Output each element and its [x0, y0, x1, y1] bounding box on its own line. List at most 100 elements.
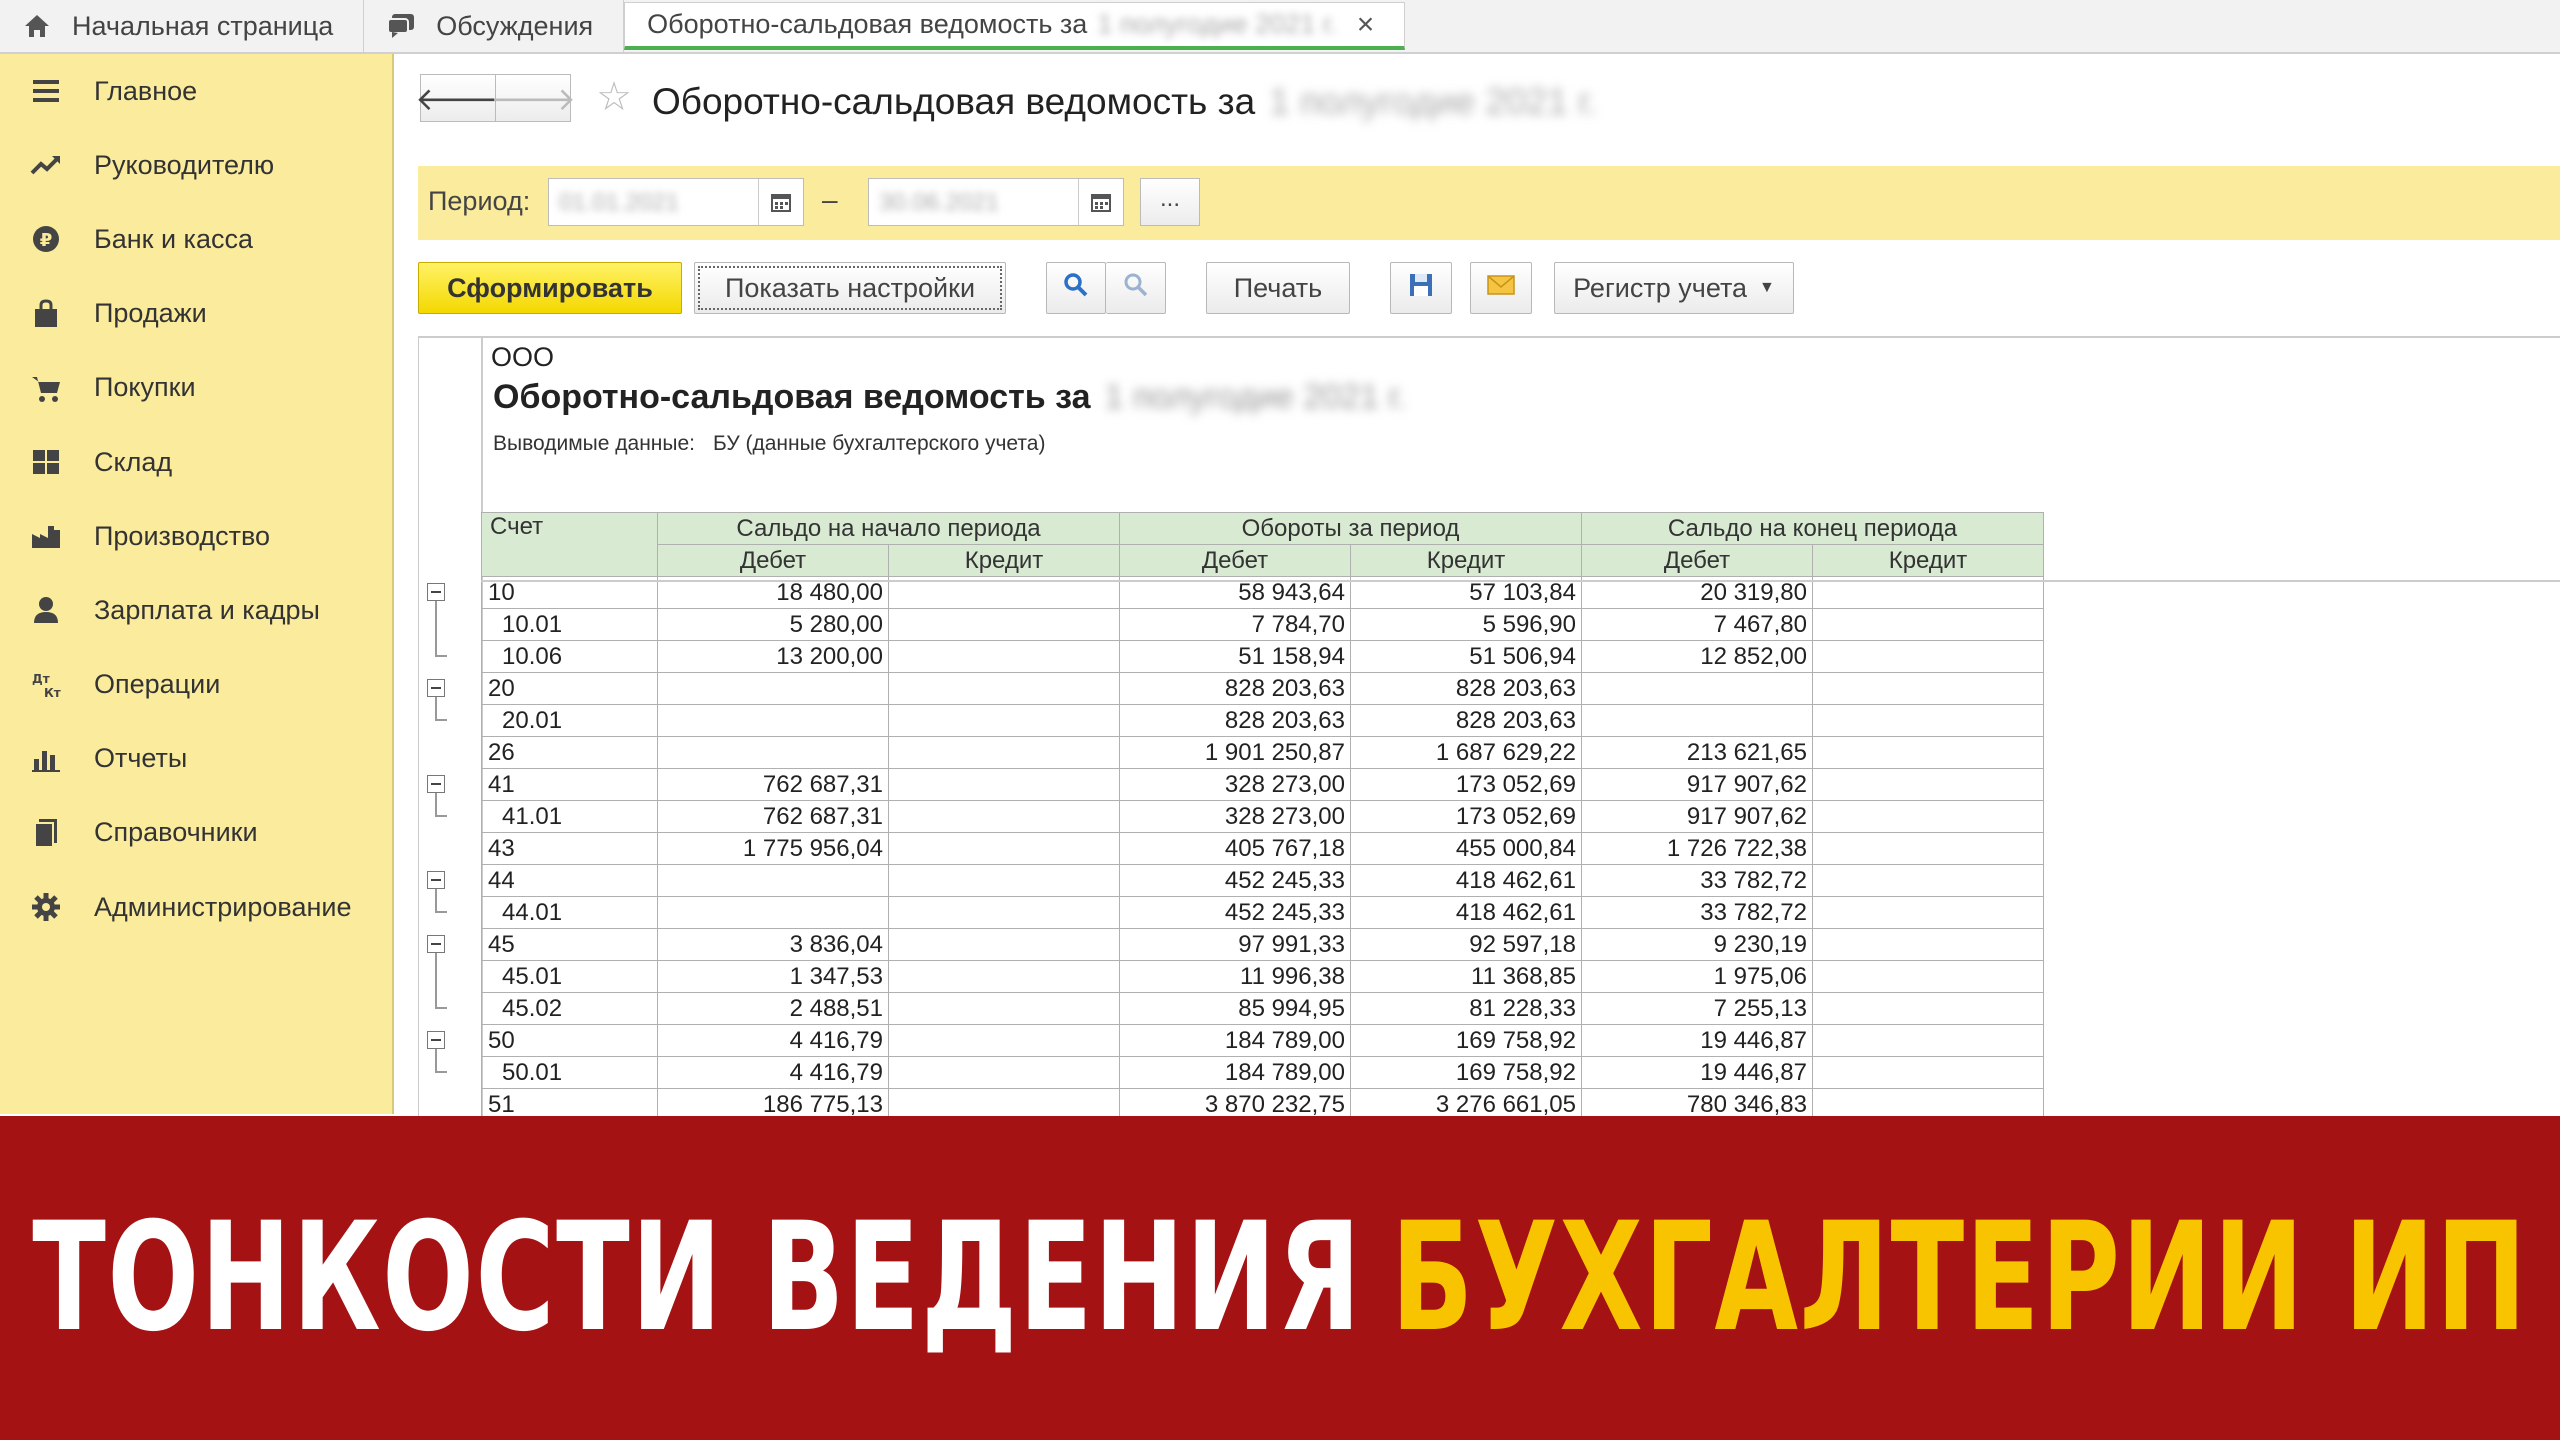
account-cell: 50: [481, 1024, 658, 1057]
table-row[interactable]: 44 452 245,33 418 462,61 33 782,72: [481, 864, 2044, 897]
col-turnover: Обороты за период: [1119, 512, 1582, 545]
table-row[interactable]: 45.01 1 347,53 11 996,38 11 368,85 1 975,06: [481, 960, 2044, 993]
col-turnover-debit: Дебет: [1119, 544, 1351, 577]
report-meta-value: БУ (данные бухгалтерского учета): [713, 432, 1046, 455]
table-row[interactable]: 44.01 452 245,33 418 462,61 33 782,72: [481, 896, 2044, 929]
tab-home[interactable]: Начальная страница: [0, 0, 365, 52]
amount-cell: 5 280,00: [657, 608, 889, 641]
amount-cell: 917 907,62: [1581, 800, 1813, 833]
amount-cell: 173 052,69: [1350, 768, 1582, 801]
amount-cell: [1812, 1024, 2044, 1057]
period-end-field[interactable]: 30.06.2021: [868, 178, 1124, 226]
table-row[interactable]: 45.02 2 488,51 85 994,95 81 228,33 7 255,13: [481, 992, 2044, 1025]
tree-line: [435, 1071, 447, 1073]
collapse-toggle[interactable]: [427, 935, 445, 953]
report-title: Оборотно-сальдовая ведомость за 1 полугод…: [493, 378, 1406, 417]
col-account: Счет: [481, 512, 658, 577]
period-start-field[interactable]: 01.01.2021: [548, 178, 804, 226]
report-area: ООО Оборотно-сальдовая ведомость за 1 пол…: [418, 336, 2560, 1168]
table-row[interactable]: 10.06 13 200,00 51 158,94 51 506,94 12 852,0…: [481, 640, 2044, 673]
table-row[interactable]: 41.01 762 687,31 328 273,00 173 052,69 917 9…: [481, 800, 2044, 833]
amount-cell: 33 782,72: [1581, 896, 1813, 929]
tree-line: [435, 911, 447, 913]
promo-banner: ТОНКОСТИ ВЕДЕНИЯ БУХГАЛТЕРИИ ИП: [0, 1116, 2560, 1440]
email-button[interactable]: [1470, 262, 1532, 314]
amount-cell: 1 347,53: [657, 960, 889, 993]
collapse-toggle[interactable]: [427, 679, 445, 697]
tab-bar: Начальная страница Обсуждения Оборотно-с…: [0, 0, 2560, 54]
amount-cell: 455 000,84: [1350, 832, 1582, 865]
amount-cell: 762 687,31: [657, 768, 889, 801]
collapse-toggle[interactable]: [427, 1031, 445, 1049]
table-row[interactable]: 50 4 416,79 184 789,00 169 758,92 19 446,87: [481, 1024, 2044, 1057]
sidebar-item-admin[interactable]: Администрирование: [0, 870, 392, 944]
sidebar-item-label: Главное: [94, 75, 198, 106]
collapse-toggle[interactable]: [427, 871, 445, 889]
amount-cell: 11 368,85: [1350, 960, 1582, 993]
banner-text: ТОНКОСТИ ВЕДЕНИЯ БУХГАЛТЕРИИ ИП: [32, 1191, 2528, 1365]
sidebar-item-main[interactable]: Главное: [0, 54, 392, 128]
col-closing-credit: Кредит: [1812, 544, 2044, 577]
show-settings-button[interactable]: Показать настройки: [694, 262, 1006, 314]
search-button[interactable]: [1046, 262, 1106, 314]
amount-cell: [1812, 800, 2044, 833]
sidebar-item-reports[interactable]: Отчеты: [0, 722, 392, 796]
collapse-toggle[interactable]: [427, 583, 445, 601]
col-closing: Сальдо на конец периода: [1581, 512, 2044, 545]
report-meta-label: Выводимые данные:: [493, 432, 696, 455]
sidebar-item-references[interactable]: Справочники: [0, 796, 392, 870]
amount-cell: 5 596,90: [1350, 608, 1582, 641]
save-button[interactable]: [1390, 262, 1452, 314]
back-button[interactable]: 🡐: [415, 74, 501, 122]
register-dropdown[interactable]: Регистр учета ▼: [1554, 262, 1794, 314]
sidebar-item-purchases[interactable]: Покупки: [0, 351, 392, 425]
cancel-search-button[interactable]: [1106, 262, 1166, 314]
sidebar-item-label: Отчеты: [94, 743, 188, 774]
sidebar-item-operations[interactable]: Дт Кт Операции: [0, 648, 392, 722]
table-row[interactable]: 50.01 4 416,79 184 789,00 169 758,92 19 446,…: [481, 1056, 2044, 1089]
generate-button[interactable]: Сформировать: [418, 262, 682, 314]
amount-cell: 452 245,33: [1119, 864, 1351, 897]
sidebar-item-sales[interactable]: Продажи: [0, 277, 392, 351]
collapse-toggle[interactable]: [427, 775, 445, 793]
close-icon[interactable]: ×: [1357, 8, 1375, 42]
amount-cell: [888, 1024, 1120, 1057]
table-row[interactable]: 20.01 828 203,63 828 203,63: [481, 704, 2044, 737]
sidebar-item-salary[interactable]: Зарплата и кадры: [0, 573, 392, 647]
floppy-icon: [1407, 271, 1435, 306]
table-row[interactable]: 10.01 5 280,00 7 784,70 5 596,90 7 467,80: [481, 608, 2044, 641]
table-row[interactable]: 26 1 901 250,87 1 687 629,22 213 621,65: [481, 736, 2044, 769]
table-row[interactable]: 43 1 775 956,04 405 767,18 455 000,84 1 726 …: [481, 832, 2044, 865]
favorite-star-icon[interactable]: ☆: [592, 74, 636, 120]
table-row[interactable]: 41 762 687,31 328 273,00 173 052,69 917 907,…: [481, 768, 2044, 801]
sidebar-item-warehouse[interactable]: Склад: [0, 425, 392, 499]
amount-cell: [1812, 640, 2044, 673]
sidebar-item-manager[interactable]: Руководителю: [0, 128, 392, 202]
tab-osv[interactable]: Оборотно-сальдовая ведомость за 1 полуго…: [624, 2, 1406, 50]
sidebar-item-production[interactable]: Производство: [0, 499, 392, 573]
sidebar-item-bank[interactable]: ₽ Банк и касса: [0, 202, 392, 276]
table-row[interactable]: 45 3 836,04 97 991,33 92 597,18 9 230,19: [481, 928, 2044, 961]
amount-cell: [888, 928, 1120, 961]
table-row[interactable]: 20 828 203,63 828 203,63: [481, 672, 2044, 705]
calendar-icon[interactable]: [1078, 179, 1123, 225]
amount-cell: [657, 896, 889, 929]
account-cell: 45.01: [481, 960, 658, 993]
amount-cell: 405 767,18: [1119, 832, 1351, 865]
period-end-value: 30.06.2021: [879, 189, 1000, 216]
amount-cell: 7 467,80: [1581, 608, 1813, 641]
banner-text-yellow: БУХГАЛТЕРИИ ИП: [1390, 1191, 2528, 1365]
nav-buttons: 🡐 🡒: [415, 74, 576, 122]
print-button[interactable]: Печать: [1206, 262, 1350, 314]
svg-text:Дт: Дт: [32, 672, 50, 686]
amount-cell: [657, 672, 889, 705]
amount-cell: 85 994,95: [1119, 992, 1351, 1025]
period-select-button[interactable]: ...: [1140, 178, 1200, 226]
amount-cell: [1812, 736, 2044, 769]
amount-cell: 11 996,38: [1119, 960, 1351, 993]
col-opening-debit: Дебет: [657, 544, 889, 577]
amount-cell: 51 158,94: [1119, 640, 1351, 673]
forward-button[interactable]: 🡒: [490, 74, 576, 122]
calendar-icon[interactable]: [758, 179, 803, 225]
tab-discussions[interactable]: Обсуждения: [364, 0, 625, 52]
